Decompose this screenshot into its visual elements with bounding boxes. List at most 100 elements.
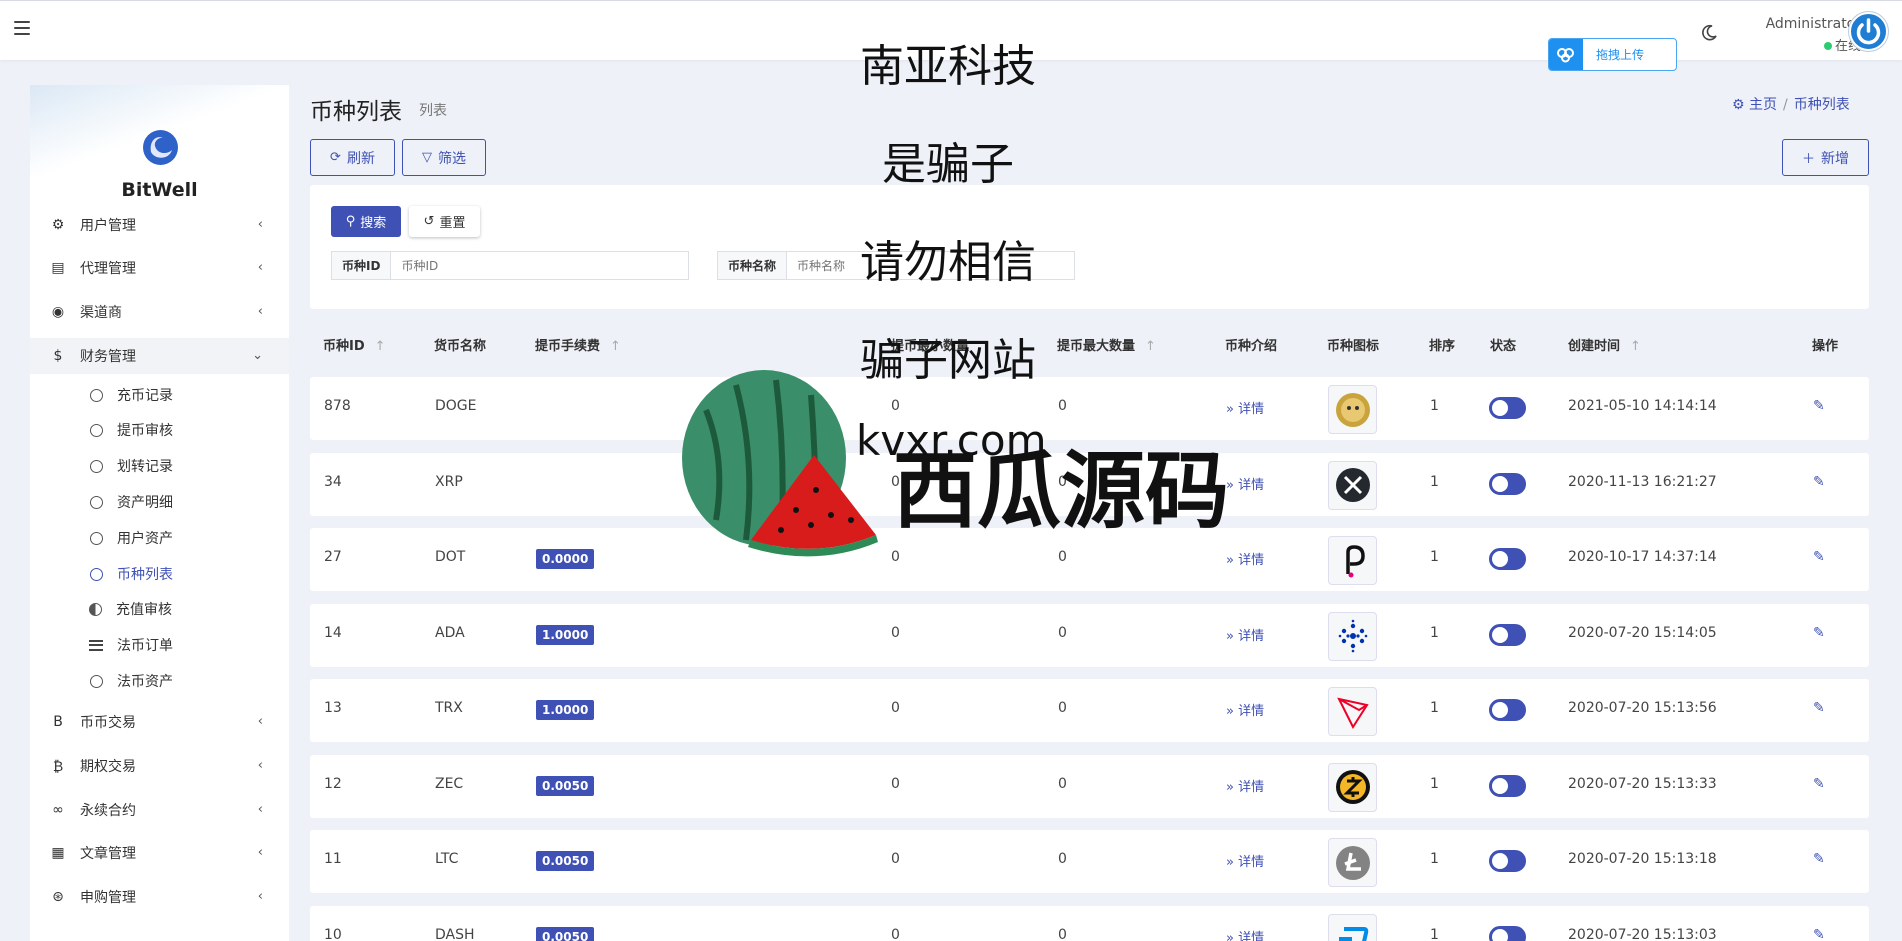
edit-icon[interactable]: ✎ [1813,474,1825,490]
circle-icon [90,459,103,473]
sidebar-subitem-1[interactable]: 提币审核 [30,413,289,447]
sidebar-subitem-0[interactable]: 充币记录 [30,378,289,412]
reset-button[interactable]: ↺ 重置 [409,206,480,237]
header-max[interactable]: 提币最大数量 ↑ [1057,335,1156,354]
sidebar-item-4[interactable]: B 币币交易 ‹ [30,704,289,740]
polkadot-coin-icon [1328,536,1377,585]
header-sort: 排序 [1429,339,1456,354]
cell-max: 0 [1058,398,1067,414]
sidebar-item-8[interactable]: ⊛ 申购管理 ‹ [30,879,289,915]
fee-badge: 0.0050 [536,926,595,941]
cell-max: 0 [1058,775,1067,792]
detail-link[interactable]: » 详情 [1226,927,1264,941]
table-row: 13 TRX 1.0000 0 0 » 详情 1 2020-07-20 15:13:56 ✎ [310,679,1869,742]
search-button[interactable]: ⚲ 搜索 [331,206,401,237]
detail-link[interactable]: » 详情 [1226,851,1264,870]
status-toggle[interactable] [1489,774,1526,797]
sidebar-item-5[interactable]: ₿ 期权交易 ‹ [30,748,289,784]
header-fee[interactable]: 提币手续费 ↑ [535,335,621,354]
table-row: 10 DASH 0.0050 0 0 » 详情 1 2020-07-20 15:13:03 ✎ [310,905,1869,941]
status-toggle[interactable] [1489,623,1526,646]
cell-created: 2020-10-17 14:37:14 [1568,549,1717,565]
cell-min: 0 [891,775,900,792]
sidebar-subitem-6[interactable]: 充值审核 [30,592,289,626]
header-status: 状态 [1490,339,1517,354]
cell-min: 0 [891,624,900,641]
sidebar-subitem-3[interactable]: 资产明细 [30,485,289,519]
edit-icon[interactable]: ✎ [1813,549,1825,565]
cell-max: 0 [1058,624,1067,641]
sidebar-item-label: 文章管理 [80,846,136,862]
status-toggle[interactable] [1489,472,1526,495]
sidebar-item-0[interactable]: ⚙ 用户管理 ‹ [30,207,289,243]
sidebar-subitem-label: 充币记录 [117,388,173,404]
double-chevron-icon: » [1226,553,1239,568]
header-created[interactable]: 创建时间 ↑ [1568,335,1641,354]
drag-upload-label: 拖拽上传 [1596,48,1645,62]
header-id[interactable]: 币种ID ↑ [323,335,386,354]
sidebar-subitem-label: 提币审核 [117,423,173,439]
cell-created: 2020-07-20 15:14:05 [1568,624,1717,641]
link-icon: ∞ [52,802,64,818]
menu-toggle-icon[interactable] [14,21,30,35]
circle-icon [90,674,103,688]
sidebar-subitem-2[interactable]: 划转记录 [30,449,289,483]
cloud-upload-icon [1549,39,1583,70]
edit-icon[interactable]: ✎ [1813,776,1825,792]
admin-name[interactable]: Administrator [1748,16,1861,32]
double-chevron-icon: » [1226,704,1239,719]
page-title: 币种列表 [310,99,402,125]
breadcrumb: ⚙ 主页 / 币种列表 [1732,97,1850,113]
page-subtitle: 列表 [419,103,447,119]
detail-link[interactable]: » 详情 [1226,700,1264,719]
sidebar-item-6[interactable]: ∞ 永续合约 ‹ [30,792,289,828]
detail-link[interactable]: » 详情 [1226,776,1264,795]
coin-id-input[interactable] [391,252,688,279]
edit-icon[interactable]: ✎ [1813,625,1825,641]
status-toggle[interactable] [1489,397,1526,419]
double-chevron-icon: » [1226,628,1239,644]
sidebar-subitem-label: 划转记录 [117,459,173,475]
status-toggle[interactable] [1489,699,1526,721]
chevron-left-icon: ‹ [257,304,263,319]
status-toggle[interactable] [1489,925,1526,941]
refresh-button[interactable]: ⟳ 刷新 [310,139,395,176]
cell-name: DOGE [435,398,477,414]
filter-button[interactable]: ▽ 筛选 [402,139,486,176]
status-toggle[interactable] [1489,548,1526,570]
sidebar-item-7[interactable]: ▦ 文章管理 ‹ [30,835,289,871]
circle-icon [90,495,103,509]
drag-upload-button[interactable]: 拖拽上传 [1548,38,1677,71]
logo-area: BitWell [30,85,289,203]
add-button[interactable]: ＋新增 [1782,139,1869,176]
chevron-left-icon: ‹ [257,714,263,729]
detail-link[interactable]: » 详情 [1226,625,1264,644]
cell-name: ADA [435,624,465,641]
edit-icon[interactable]: ✎ [1813,851,1825,867]
detail-link[interactable]: » 详情 [1226,398,1264,417]
chevron-left-icon: ‹ [257,758,263,773]
cell-max: 0 [1058,700,1067,716]
breadcrumb-home[interactable]: 主页 [1749,97,1777,113]
dashboard-icon: ⚙ [51,217,65,233]
edit-icon[interactable]: ✎ [1813,398,1825,414]
detail-link[interactable]: » 详情 [1226,474,1264,493]
sidebar-subitem-4[interactable]: 用户资产 [30,521,289,555]
header-icon: 币种图标 [1327,339,1380,354]
dark-mode-icon[interactable] [1700,24,1718,46]
edit-icon[interactable]: ✎ [1813,700,1825,716]
sidebar-item-1[interactable]: ▤ 代理管理 ‹ [30,250,289,286]
detail-link[interactable]: » 详情 [1226,549,1264,568]
cell-max: 0 [1058,549,1067,565]
status-toggle[interactable] [1489,850,1526,872]
sidebar-subitem-7[interactable]: 法币订单 [30,628,289,662]
sidebar-item-2[interactable]: ◉ 渠道商 ‹ [30,294,289,330]
sort-arrow-icon: ↑ [1145,339,1156,354]
circle-icon [90,423,103,437]
sidebar-subitem-8[interactable]: 法币资产 [30,664,289,698]
watermark-line-4: 骗子网站 [860,335,1036,386]
sidebar-subitem-5[interactable]: 币种列表 [30,557,289,591]
edit-icon[interactable]: ✎ [1813,927,1825,941]
breadcrumb-current[interactable]: 币种列表 [1794,97,1850,113]
avatar[interactable] [1849,12,1888,51]
